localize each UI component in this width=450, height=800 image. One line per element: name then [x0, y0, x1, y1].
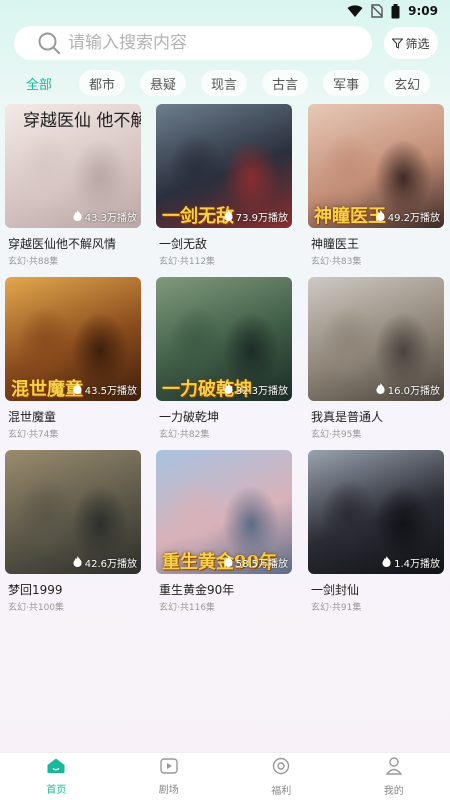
- no-sim-icon: [371, 4, 383, 18]
- tab-3[interactable]: 现言: [201, 70, 248, 96]
- view-count: 58.5万播放: [224, 555, 288, 570]
- view-count: 73.9万播放: [224, 209, 288, 224]
- nav-label: 首页: [46, 784, 67, 796]
- drama-card[interactable]: 重生黄金90年 58.5万播放重生黄金90年玄幻·共116集: [156, 450, 292, 613]
- drama-poster[interactable]: 一剑无敌 73.9万播放: [156, 104, 292, 228]
- drama-meta: 玄幻·共95集: [311, 430, 362, 440]
- nav-item-2[interactable]: 福利: [225, 753, 338, 800]
- view-count: 16.0万播放: [376, 382, 440, 397]
- drama-card[interactable]: 16.0万播放我真是普通人玄幻·共95集: [308, 277, 444, 440]
- nav-label: 福利: [271, 785, 292, 797]
- view-count: 43.5万播放: [73, 382, 137, 397]
- tab-1[interactable]: 都市: [79, 70, 126, 96]
- drama-title[interactable]: 神瞳医王: [308, 235, 444, 252]
- drama-poster[interactable]: 神瞳医王 49.2万播放: [308, 104, 444, 228]
- flame-icon: [73, 382, 82, 397]
- drama-card[interactable]: 一力破乾坤 32.3万播放一力破乾坤玄幻·共82集: [156, 277, 292, 440]
- drama-poster[interactable]: 重生黄金90年 58.5万播放: [156, 450, 292, 574]
- flame-icon: [224, 555, 233, 570]
- drama-card[interactable]: 42.6万播放梦回1999 玄幻·共100集: [5, 450, 141, 613]
- nav-label: 剧场: [158, 784, 179, 796]
- drama-title[interactable]: 一剑无敌: [156, 235, 292, 252]
- flame-icon: [73, 555, 82, 570]
- nav-item-0[interactable]: 首页: [0, 753, 113, 800]
- tab-4[interactable]: 古言: [262, 70, 309, 96]
- drama-title[interactable]: 一剑封仙: [308, 581, 444, 598]
- view-count-text: 1.4万播放: [394, 559, 440, 570]
- drama-card[interactable]: 神瞳医王 49.2万播放神瞳医王玄幻·共83集: [308, 104, 444, 267]
- tab-2[interactable]: 悬疑: [140, 70, 187, 96]
- drama-poster[interactable]: 一力破乾坤 32.3万播放: [156, 277, 292, 401]
- flame-icon: [382, 555, 391, 570]
- gift-icon: [272, 757, 290, 778]
- filter-label: 筛选: [405, 36, 430, 51]
- flame-icon: [376, 382, 385, 397]
- flame-icon: [224, 382, 233, 397]
- drama-meta: 玄幻·共88集: [8, 257, 59, 267]
- tab-6[interactable]: 玄幻: [384, 70, 431, 96]
- drama-title[interactable]: 重生黄金90年: [156, 581, 292, 598]
- tab-5[interactable]: 军事: [323, 70, 370, 96]
- drama-card[interactable]: 一剑无敌 73.9万播放一剑无敌玄幻·共112集: [156, 104, 292, 267]
- view-count-text: 42.6万播放: [84, 559, 137, 570]
- battery-icon: [391, 3, 400, 18]
- drama-meta: 玄幻·共82集: [159, 430, 210, 440]
- drama-meta: 玄幻·共74集: [8, 430, 59, 440]
- view-count-text: 16.0万播放: [387, 386, 440, 397]
- view-count-text: 43.5万播放: [84, 386, 137, 397]
- drama-poster[interactable]: 混世魔童 43.5万播放: [5, 277, 141, 401]
- filter-button[interactable]: 筛选: [384, 27, 438, 59]
- drama-poster[interactable]: 1.4万播放: [308, 450, 444, 574]
- poster-calligraphy: 穿越医仙 他不解风情: [23, 111, 141, 131]
- drama-card[interactable]: 穿越医仙 他不解风情 43.3万播放穿越医仙他不解风情玄幻·共88集: [5, 104, 141, 267]
- drama-card[interactable]: 混世魔童 43.5万播放混世魔童玄幻·共74集: [5, 277, 141, 440]
- drama-title[interactable]: 一力破乾坤: [156, 408, 292, 425]
- status-bar: 9:09: [0, 0, 450, 22]
- nav-item-1[interactable]: 剧场: [113, 753, 226, 800]
- drama-meta: 玄幻·共91集: [311, 603, 362, 613]
- drama-meta: 玄幻·共83集: [311, 257, 362, 267]
- view-count: 49.2万播放: [376, 209, 440, 224]
- wifi-icon: [347, 5, 363, 17]
- view-count-text: 43.3万播放: [84, 213, 137, 224]
- view-count: 43.3万播放: [73, 209, 137, 224]
- view-count-text: 49.2万播放: [387, 213, 440, 224]
- view-count: 32.3万播放: [224, 382, 288, 397]
- search-box[interactable]: [14, 26, 372, 60]
- view-count-text: 32.3万播放: [235, 386, 288, 397]
- drama-meta: 玄幻·共112集: [159, 257, 216, 267]
- flame-icon: [224, 209, 233, 224]
- drama-title[interactable]: 我真是普通人: [308, 408, 444, 425]
- search-input[interactable]: [68, 33, 348, 53]
- category-tabs: 全部 都市 悬疑 现言 古言 军事 玄幻: [14, 70, 450, 98]
- drama-poster[interactable]: 穿越医仙 他不解风情 43.3万播放: [5, 104, 141, 228]
- view-count: 1.4万播放: [382, 555, 440, 570]
- bottom-nav: 首页 剧场 福利 我的: [0, 752, 450, 800]
- flame-icon: [376, 209, 385, 224]
- drama-meta: 玄幻·共116集: [159, 603, 216, 613]
- home-icon: [47, 758, 65, 777]
- user-icon: [385, 756, 403, 778]
- nav-label: 我的: [383, 785, 404, 797]
- status-time: 9:09: [408, 4, 438, 18]
- drama-title[interactable]: 穿越医仙他不解风情: [5, 235, 141, 252]
- search-row: 筛选: [14, 26, 438, 62]
- tab-0[interactable]: 全部: [14, 70, 64, 96]
- view-count-text: 58.5万播放: [235, 559, 288, 570]
- drama-poster[interactable]: 16.0万播放: [308, 277, 444, 401]
- search-icon: [38, 32, 60, 54]
- flame-icon: [73, 209, 82, 224]
- view-count-text: 73.9万播放: [235, 213, 288, 224]
- drama-meta: 玄幻·共100集: [8, 603, 65, 613]
- play-icon: [160, 757, 178, 777]
- drama-card[interactable]: 1.4万播放一剑封仙玄幻·共91集: [308, 450, 444, 613]
- drama-poster[interactable]: 42.6万播放: [5, 450, 141, 574]
- drama-title[interactable]: 梦回1999: [5, 581, 141, 598]
- drama-title[interactable]: 混世魔童: [5, 408, 141, 425]
- nav-item-3[interactable]: 我的: [338, 753, 450, 800]
- filter-icon: [392, 38, 404, 49]
- view-count: 42.6万播放: [73, 555, 137, 570]
